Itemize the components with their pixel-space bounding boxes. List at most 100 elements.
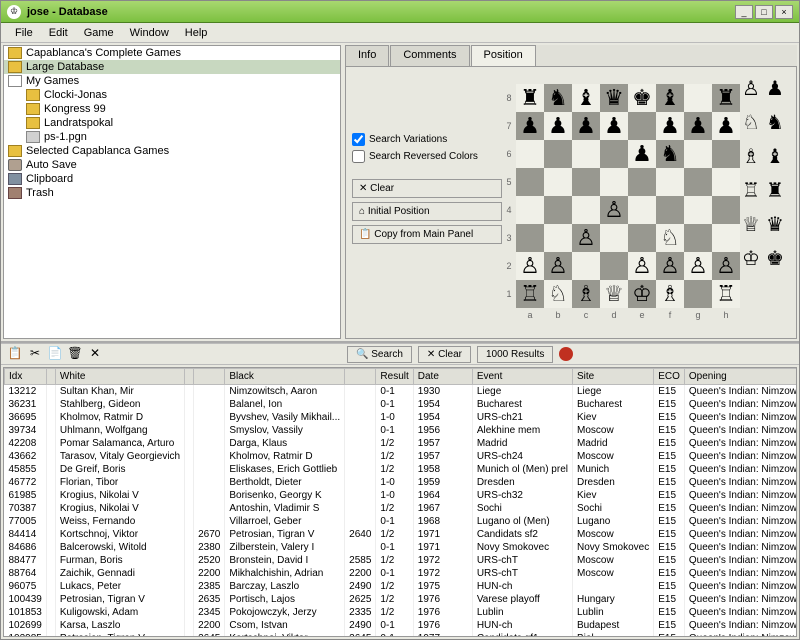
board-square[interactable] bbox=[544, 224, 572, 252]
board-square[interactable] bbox=[572, 196, 600, 224]
tab-info[interactable]: Info bbox=[345, 45, 389, 66]
palette-piece[interactable]: ♟ bbox=[764, 73, 786, 105]
table-row[interactable]: 36695Kholmov, Ratmir DByvshev, Vasily Mi… bbox=[5, 411, 798, 424]
table-row[interactable]: 13212Sultan Khan, MirNimzowitsch, Aaron0… bbox=[5, 385, 798, 399]
board-square[interactable]: ♙ bbox=[712, 252, 740, 280]
board-square[interactable]: ♞ bbox=[656, 140, 684, 168]
board-square[interactable] bbox=[684, 84, 712, 112]
column-header[interactable]: Black bbox=[225, 369, 345, 385]
table-row[interactable]: 42208Pomar Salamanca, ArturoDarga, Klaus… bbox=[5, 437, 798, 450]
board-square[interactable] bbox=[712, 224, 740, 252]
tab-comments[interactable]: Comments bbox=[390, 45, 469, 66]
menu-edit[interactable]: Edit bbox=[41, 25, 76, 41]
database-tree[interactable]: Capablanca's Complete GamesLarge Databas… bbox=[3, 45, 341, 339]
table-row[interactable]: 102699Karsa, Laszlo2200Csom, Istvan24900… bbox=[5, 619, 798, 632]
palette-piece[interactable]: ♘ bbox=[740, 107, 762, 139]
column-header[interactable]: Site bbox=[572, 369, 653, 385]
board-square[interactable] bbox=[516, 224, 544, 252]
column-header[interactable]: Date bbox=[413, 369, 472, 385]
column-header[interactable]: White bbox=[55, 369, 184, 385]
board-square[interactable] bbox=[656, 196, 684, 224]
cut-icon[interactable]: ✂ bbox=[27, 346, 43, 362]
copy-icon[interactable]: 📋 bbox=[7, 346, 23, 362]
board-square[interactable] bbox=[572, 252, 600, 280]
board-square[interactable]: ♘ bbox=[656, 224, 684, 252]
menu-window[interactable]: Window bbox=[122, 25, 177, 41]
board-square[interactable] bbox=[572, 168, 600, 196]
column-header[interactable] bbox=[46, 369, 55, 385]
copy-from-main-button[interactable]: 📋 Copy from Main Panel bbox=[352, 225, 502, 244]
table-row[interactable]: 96075Lukacs, Peter2385Barczay, Laszlo249… bbox=[5, 580, 798, 593]
tree-item[interactable]: Clipboard bbox=[4, 172, 340, 186]
table-row[interactable]: 102985Petrosian, Tigran V2645Kortschnoj,… bbox=[5, 632, 798, 637]
tree-item[interactable]: Large Database bbox=[4, 60, 340, 74]
board-square[interactable]: ♙ bbox=[656, 252, 684, 280]
table-row[interactable]: 84686Balcerowski, Witold2380Zilberstein,… bbox=[5, 541, 798, 554]
board-square[interactable]: ♙ bbox=[600, 196, 628, 224]
board-square[interactable]: ♙ bbox=[516, 252, 544, 280]
tree-item[interactable]: Kongress 99 bbox=[4, 102, 340, 116]
board-square[interactable]: ♞ bbox=[544, 84, 572, 112]
results-grid[interactable]: IdxWhiteBlackResultDateEventSiteECOOpeni… bbox=[3, 367, 797, 637]
column-header[interactable] bbox=[345, 369, 376, 385]
chess-board[interactable]: 8♜♞♝♛♚♝♜7♟♟♟♟♟♟♟6♟♞54♙3♙♘2♙♙♙♙♙♙1♖♘♗♕♔♗♖… bbox=[502, 84, 740, 322]
board-square[interactable] bbox=[600, 252, 628, 280]
board-square[interactable] bbox=[628, 224, 656, 252]
tree-item[interactable]: ps-1.pgn bbox=[4, 130, 340, 144]
table-row[interactable]: 70387Krogius, Nikolai VAntoshin, Vladimi… bbox=[5, 502, 798, 515]
search-variations-checkbox[interactable]: Search Variations bbox=[352, 133, 502, 146]
board-square[interactable] bbox=[684, 224, 712, 252]
board-square[interactable]: ♜ bbox=[516, 84, 544, 112]
palette-piece[interactable]: ♝ bbox=[764, 141, 786, 173]
table-row[interactable]: 88477Furman, Boris2520Bronstein, David I… bbox=[5, 554, 798, 567]
board-square[interactable]: ♗ bbox=[572, 280, 600, 308]
clear-search-button[interactable]: ✕ Clear bbox=[418, 346, 471, 363]
menu-help[interactable]: Help bbox=[177, 25, 216, 41]
column-header[interactable]: ECO bbox=[654, 369, 685, 385]
board-square[interactable] bbox=[544, 140, 572, 168]
palette-piece[interactable]: ♚ bbox=[764, 243, 786, 275]
menu-file[interactable]: File bbox=[7, 25, 41, 41]
board-square[interactable]: ♙ bbox=[544, 252, 572, 280]
column-header[interactable]: Opening bbox=[684, 369, 797, 385]
palette-piece[interactable]: ♔ bbox=[740, 243, 762, 275]
board-square[interactable] bbox=[516, 140, 544, 168]
menu-game[interactable]: Game bbox=[76, 25, 122, 41]
table-row[interactable]: 39734Uhlmann, WolfgangSmyslov, Vassily0-… bbox=[5, 424, 798, 437]
board-square[interactable] bbox=[684, 196, 712, 224]
board-square[interactable] bbox=[600, 224, 628, 252]
palette-piece[interactable]: ♗ bbox=[740, 141, 762, 173]
board-square[interactable] bbox=[600, 140, 628, 168]
table-row[interactable]: 101853Kuligowski, Adam2345Pokojowczyk, J… bbox=[5, 606, 798, 619]
board-square[interactable]: ♟ bbox=[516, 112, 544, 140]
palette-piece[interactable]: ♛ bbox=[764, 209, 786, 241]
tree-item[interactable]: Landratspokal bbox=[4, 116, 340, 130]
column-header[interactable] bbox=[194, 369, 225, 385]
palette-piece[interactable]: ♖ bbox=[740, 175, 762, 207]
palette-piece[interactable]: ♕ bbox=[740, 209, 762, 241]
board-square[interactable] bbox=[684, 168, 712, 196]
board-square[interactable]: ♟ bbox=[572, 112, 600, 140]
column-header[interactable]: Idx bbox=[5, 369, 47, 385]
maximize-button[interactable]: □ bbox=[755, 5, 773, 19]
palette-piece[interactable]: ♜ bbox=[764, 175, 786, 207]
column-header[interactable]: Event bbox=[472, 369, 572, 385]
clear-position-button[interactable]: ✕ Clear bbox=[352, 179, 502, 198]
board-square[interactable] bbox=[628, 196, 656, 224]
table-row[interactable]: 84414Kortschnoj, Viktor2670Petrosian, Ti… bbox=[5, 528, 798, 541]
tree-item[interactable]: Trash bbox=[4, 186, 340, 200]
tree-item[interactable]: Auto Save bbox=[4, 158, 340, 172]
board-square[interactable]: ♝ bbox=[656, 84, 684, 112]
initial-position-button[interactable]: ⌂ Initial Position bbox=[352, 202, 502, 221]
table-row[interactable]: 45855De Greif, BorisEliskases, Erich Got… bbox=[5, 463, 798, 476]
board-square[interactable]: ♟ bbox=[600, 112, 628, 140]
board-square[interactable] bbox=[712, 140, 740, 168]
board-square[interactable]: ♛ bbox=[600, 84, 628, 112]
palette-piece[interactable]: ♞ bbox=[764, 107, 786, 139]
board-square[interactable]: ♜ bbox=[712, 84, 740, 112]
board-square[interactable] bbox=[712, 168, 740, 196]
paste-icon[interactable]: 📄 bbox=[47, 346, 63, 362]
board-square[interactable] bbox=[684, 280, 712, 308]
board-square[interactable] bbox=[544, 196, 572, 224]
board-square[interactable]: ♟ bbox=[656, 112, 684, 140]
